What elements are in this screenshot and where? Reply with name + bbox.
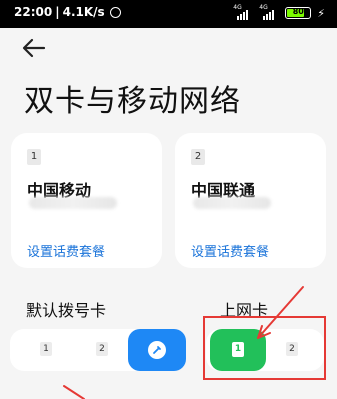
dial-option-1[interactable]: 1 (40, 342, 52, 356)
blurred-phone-number (193, 197, 271, 209)
back-button[interactable] (20, 36, 48, 60)
set-plan-link[interactable]: 设置话费套餐 (191, 241, 269, 260)
annotation-arrow-lower (63, 385, 85, 399)
status-bar: 22:00 | 4.1K/s 4G 4G 80 ⚡ (0, 0, 337, 28)
sim-card-2[interactable]: 2 中国联通 设置话费套餐 (175, 133, 326, 268)
status-right: 4G 4G 80 ⚡ (233, 4, 325, 20)
dial-icon (148, 341, 166, 359)
battery-icon: 80 (285, 7, 312, 19)
dial-option-2[interactable]: 2 (96, 342, 108, 356)
default-dial-selector: 1 2 (10, 329, 186, 371)
status-left: 22:00 | 4.1K/s (14, 5, 121, 19)
status-speed: 4.1K/s (62, 5, 105, 19)
annotation-highlight-box (203, 316, 326, 380)
sim-card-1[interactable]: 1 中国移动 设置话费套餐 (11, 133, 162, 268)
charging-icon: ⚡ (317, 6, 325, 20)
blurred-phone-number (29, 197, 117, 209)
sim-slot-badge: 2 (191, 149, 205, 165)
signal-icon: 4G (233, 4, 253, 20)
status-time: 22:00 (14, 5, 53, 19)
battery-level: 80 (292, 7, 304, 16)
page-title: 双卡与移动网络 (24, 84, 241, 119)
sim-slot-badge: 1 (27, 149, 41, 165)
dial-option-ask[interactable] (128, 329, 186, 371)
default-dial-label: 默认拨号卡 (26, 301, 107, 320)
arrow-left-icon (22, 38, 46, 58)
alarm-icon (109, 6, 121, 18)
signal-icon-2: 4G (259, 4, 279, 20)
set-plan-link[interactable]: 设置话费套餐 (27, 241, 105, 260)
status-separator: | (55, 5, 60, 19)
